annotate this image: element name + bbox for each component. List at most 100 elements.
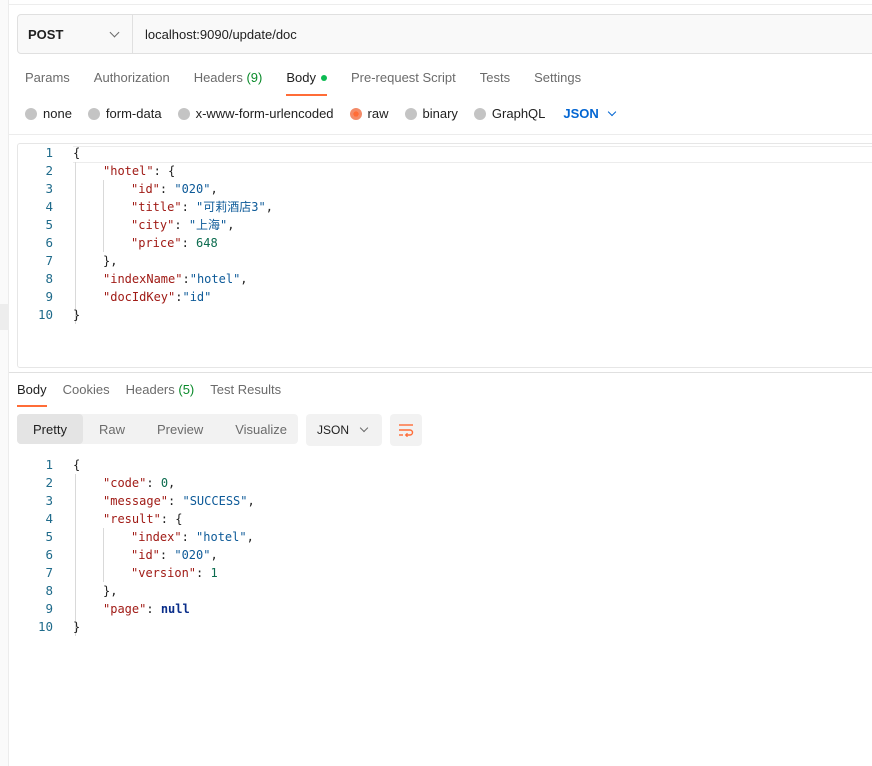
code-text: "code": 0,: [103, 476, 176, 490]
view-visualize-button[interactable]: Visualize: [219, 414, 303, 444]
code-line: 10}: [17, 306, 872, 324]
code-line: 7 "version": 1: [17, 564, 872, 582]
code-line: 3 "id": "020",: [17, 180, 872, 198]
tab-params[interactable]: Params: [25, 70, 70, 94]
tab-settings[interactable]: Settings: [534, 70, 581, 94]
line-number: 9: [45, 601, 53, 616]
sidebar-collapse-handle[interactable]: [0, 304, 9, 330]
wrap-lines-icon: [399, 424, 414, 437]
wrap-lines-button[interactable]: [390, 414, 422, 446]
method-label: POST: [28, 26, 64, 42]
tab-tests[interactable]: Tests: [480, 70, 510, 94]
radio-form-data[interactable]: form-data: [87, 106, 162, 121]
response-format-select[interactable]: JSON: [306, 414, 382, 446]
code-text: "price": 648: [131, 236, 218, 250]
radio-form-data-label: form-data: [105, 106, 162, 121]
response-format-label: JSON: [317, 423, 350, 437]
code-text: "city": "上海",: [131, 218, 235, 232]
response-headers-count: (5): [178, 382, 195, 397]
code-line: 6 "price": 648: [17, 234, 872, 252]
line-number: 2: [45, 163, 53, 178]
radio-raw-label: raw: [367, 106, 389, 121]
line-number: 8: [45, 583, 53, 598]
line-number: 7: [45, 253, 53, 268]
view-pretty-button[interactable]: Pretty: [17, 414, 83, 444]
code-text: "docIdKey":"id": [103, 290, 212, 304]
line-number: 1: [45, 457, 53, 472]
code-text: "hotel": {: [103, 164, 176, 178]
line-number: 3: [45, 181, 53, 196]
tab-authorization[interactable]: Authorization: [94, 70, 170, 94]
code-text: {: [73, 146, 81, 160]
code-text: },: [103, 254, 118, 268]
method-select[interactable]: POST: [18, 15, 133, 53]
radio-urlencoded[interactable]: x-www-form-urlencoded: [177, 106, 334, 121]
line-number: 4: [45, 511, 53, 526]
view-preview-button[interactable]: Preview: [141, 414, 219, 444]
line-number: 2: [45, 475, 53, 490]
code-text: }: [73, 620, 81, 634]
view-raw-button[interactable]: Raw: [83, 414, 141, 444]
line-number: 5: [45, 217, 53, 232]
radio-none[interactable]: none: [25, 106, 72, 121]
radio-icon: [87, 107, 100, 120]
radio-icon: [404, 107, 417, 120]
body-type-options: none form-data x-www-form-urlencoded raw…: [25, 106, 617, 121]
request-url-bar: POST localhost:9090/update/doc: [17, 14, 872, 54]
code-line: 1{: [17, 456, 872, 474]
code-text: "index": "hotel",: [131, 530, 254, 544]
code-line: 2 "code": 0,: [17, 474, 872, 492]
headers-count: (9): [246, 70, 263, 85]
tab-body[interactable]: Body: [286, 70, 327, 96]
code-text: "indexName":"hotel",: [103, 272, 248, 286]
radio-graphql-label: GraphQL: [491, 106, 546, 121]
code-text: "id": "020",: [131, 548, 218, 562]
radio-icon: [25, 107, 37, 120]
code-text: },: [103, 584, 118, 598]
radio-raw[interactable]: raw: [349, 106, 389, 121]
radio-binary[interactable]: binary: [404, 106, 458, 121]
response-code: 1{ 2 "code": 0, 3 "message": "SUCCESS", 4 "…: [17, 456, 872, 636]
code-text: "page": null: [103, 602, 190, 616]
code-line: 9 "docIdKey":"id": [17, 288, 872, 306]
response-tab-headers[interactable]: Headers (5): [126, 382, 195, 406]
code-line: 8},: [17, 582, 872, 600]
radio-graphql[interactable]: GraphQL: [473, 106, 546, 121]
response-tab-cookies[interactable]: Cookies: [63, 382, 110, 406]
code-text: "id": "020",: [131, 182, 218, 196]
url-text: localhost:9090/update/doc: [145, 26, 297, 42]
code-line: 8 "indexName":"hotel",: [17, 270, 872, 288]
code-line: 10}: [17, 618, 872, 636]
tab-headers[interactable]: Headers (9): [194, 70, 263, 94]
chevron-down-icon: [359, 423, 369, 433]
top-divider: [9, 4, 872, 5]
line-number: 5: [45, 529, 53, 544]
response-tabs: Body Cookies Headers (5) Test Results: [17, 382, 297, 407]
line-number: 6: [45, 547, 53, 562]
code-text: {: [73, 458, 81, 472]
response-divider[interactable]: [9, 372, 872, 373]
line-number: 3: [45, 493, 53, 508]
code-line: 2 "hotel": {: [17, 162, 872, 180]
code-line: 5 "city": "上海",: [17, 216, 872, 234]
radio-none-label: none: [43, 106, 72, 121]
tab-prerequest-script[interactable]: Pre-request Script: [351, 70, 456, 94]
url-input[interactable]: localhost:9090/update/doc: [133, 15, 872, 53]
response-view-modes: Pretty Raw Preview Visualize: [17, 414, 298, 444]
tab-headers-label: Headers: [193, 70, 243, 85]
code-line: 5 "index": "hotel",: [17, 528, 872, 546]
body-language-select[interactable]: JSON: [563, 106, 617, 121]
code-text: "message": "SUCCESS",: [103, 494, 255, 508]
line-number: 9: [45, 289, 53, 304]
code-line: 7},: [17, 252, 872, 270]
request-code: 1{ 2 "hotel": { 3 "id": "020", 4 "title": "…: [17, 144, 872, 324]
radio-checked-icon: [349, 107, 362, 120]
radio-binary-label: binary: [422, 106, 458, 121]
line-number: 6: [45, 235, 53, 250]
line-number: 7: [45, 565, 53, 580]
sidebar-edge: [0, 0, 9, 766]
divider: [9, 134, 872, 135]
radio-urlencoded-label: x-www-form-urlencoded: [195, 106, 334, 121]
response-tab-body[interactable]: Body: [17, 382, 47, 407]
response-tab-test-results[interactable]: Test Results: [210, 382, 281, 406]
